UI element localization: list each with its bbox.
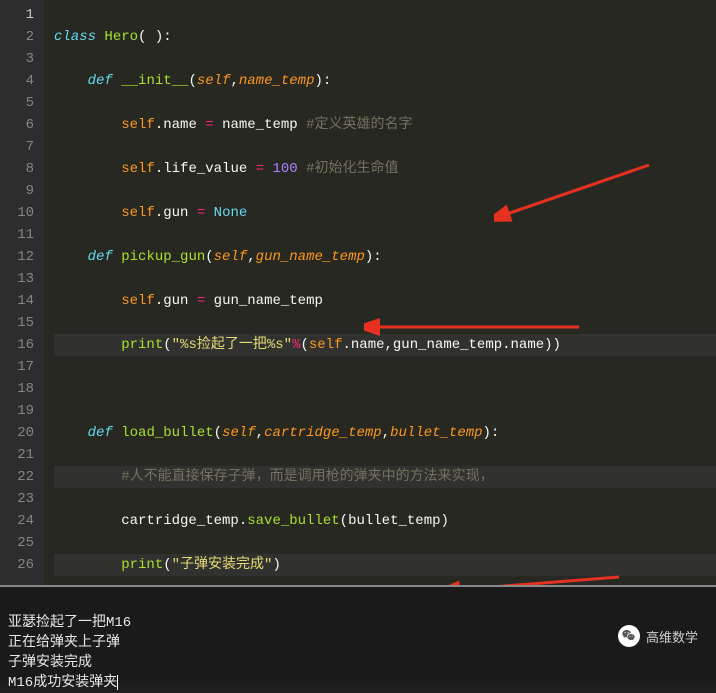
code-area[interactable]: class Hero( ): def __init__(self,name_te…: [44, 0, 716, 585]
line-number: 25: [6, 532, 34, 554]
line-number: 13: [6, 268, 34, 290]
line-number: 23: [6, 488, 34, 510]
line-number: 6: [6, 114, 34, 136]
code-line: self.gun = None: [54, 202, 716, 224]
code-line: self.gun = gun_name_temp: [54, 290, 716, 312]
code-line: def pickup_gun(self,gun_name_temp):: [54, 246, 716, 268]
watermark: 高维数学: [618, 625, 698, 647]
text-cursor: [117, 675, 118, 690]
line-number: 22: [6, 466, 34, 488]
console-line: M16成功安装弹夹: [8, 675, 117, 691]
code-editor: 1 2 3 4 5 6 7 8 9 10 11 12 13 14 15 16 1…: [0, 0, 716, 585]
line-number-gutter: 1 2 3 4 5 6 7 8 9 10 11 12 13 14 15 16 1…: [0, 0, 44, 585]
console-line: 正在给弹夹上子弹: [8, 635, 120, 651]
code-line: def __init__(self,name_temp):: [54, 70, 716, 92]
line-number: 10: [6, 202, 34, 224]
line-number: 14: [6, 290, 34, 312]
line-number: 18: [6, 378, 34, 400]
code-line: class Hero( ):: [54, 26, 716, 48]
line-number: 2: [6, 26, 34, 48]
line-number: 19: [6, 400, 34, 422]
line-number: 26: [6, 554, 34, 576]
line-number: 4: [6, 70, 34, 92]
line-number: 3: [6, 48, 34, 70]
console-line: 亚瑟捡起了一把M16: [8, 615, 131, 631]
code-line: cartridge_temp.save_bullet(bullet_temp): [54, 510, 716, 532]
code-line: self.life_value = 100 #初始化生命值: [54, 158, 716, 180]
line-number: 12: [6, 246, 34, 268]
code-line: #人不能直接保存子弹，而是调用枪的弹夹中的方法来实现，: [54, 466, 716, 488]
line-number: 24: [6, 510, 34, 532]
line-number: 7: [6, 136, 34, 158]
line-number: 20: [6, 422, 34, 444]
line-number: 15: [6, 312, 34, 334]
line-number: 1: [6, 4, 34, 26]
line-number: 9: [6, 180, 34, 202]
line-number: 5: [6, 92, 34, 114]
line-number: 16: [6, 334, 34, 356]
watermark-text: 高维数学: [646, 627, 698, 646]
code-line: def load_bullet(self,cartridge_temp,bull…: [54, 422, 716, 444]
code-line: print("子弹安装完成"): [54, 554, 716, 576]
code-line: print("%s捡起了一把%s"%(self.name,gun_name_te…: [54, 334, 716, 356]
line-number: 17: [6, 356, 34, 378]
code-line: [54, 378, 716, 400]
line-number: 21: [6, 444, 34, 466]
code-line: self.name = name_temp #定义英雄的名字: [54, 114, 716, 136]
console-line: 子弹安装完成: [8, 655, 92, 671]
line-number: 11: [6, 224, 34, 246]
wechat-icon: [618, 625, 640, 647]
output-console: 亚瑟捡起了一把M16 正在给弹夹上子弹 子弹安装完成 M16成功安装弹夹: [0, 585, 716, 683]
line-number: 8: [6, 158, 34, 180]
